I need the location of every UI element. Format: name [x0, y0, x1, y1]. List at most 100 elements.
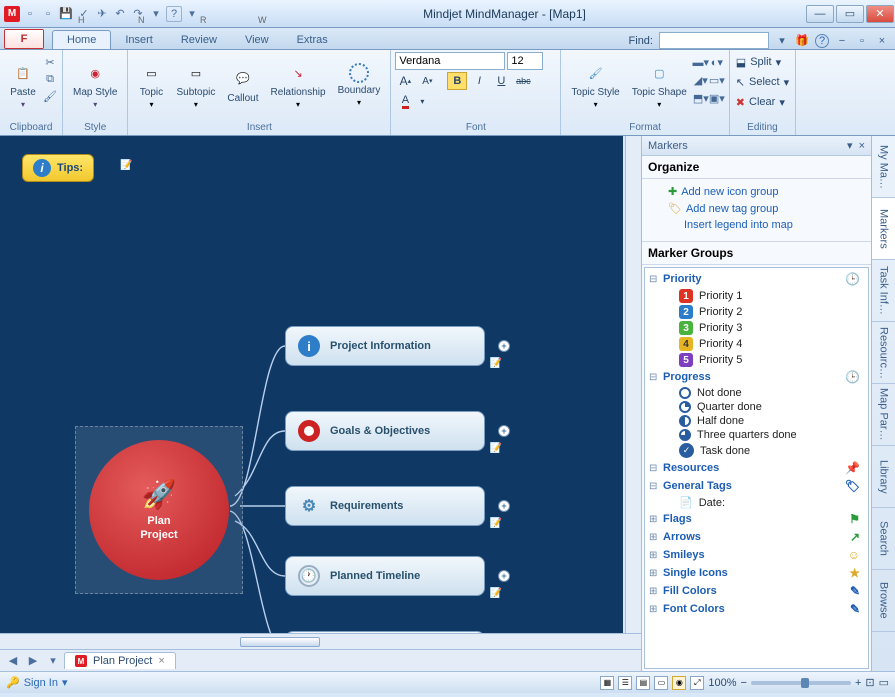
view-fit-icon[interactable]: ⤢ [690, 676, 704, 690]
map-tab[interactable]: M Plan Project × [64, 652, 176, 669]
tab-insert[interactable]: Insert [111, 31, 167, 49]
priority-5[interactable]: 5Priority 5 [649, 352, 864, 368]
font-color-button[interactable]: A [395, 92, 415, 110]
notes-icon-3[interactable]: 📝 [490, 518, 502, 529]
markers-close-icon[interactable]: × [859, 140, 865, 152]
vertical-scrollbar[interactable] [625, 136, 641, 633]
progress-half[interactable]: Half done [649, 414, 864, 428]
group-fill-colors[interactable]: Fill Colors✎ [649, 582, 864, 600]
color3-icon[interactable]: ▣▾ [709, 90, 725, 106]
notes-icon-2[interactable]: 📝 [490, 443, 502, 454]
boundary-button[interactable]: Boundary▾ [332, 52, 387, 118]
horizontal-scrollbar[interactable] [0, 633, 641, 649]
qat-dropdown-icon[interactable]: ▾ [184, 6, 200, 22]
branch-project-info[interactable]: i Project Information 📝 + [285, 326, 485, 366]
qat-help-icon[interactable]: ? [166, 6, 182, 22]
expand-icon-3[interactable]: + [498, 500, 510, 512]
doc-restore-icon[interactable]: ▫ [855, 34, 869, 48]
group-smileys[interactable]: Smileys☺ [649, 546, 864, 564]
progress-threeq[interactable]: Three quarters done [649, 428, 864, 442]
markers-dropdown-icon[interactable]: ▾ [847, 140, 853, 152]
qat-more-icon[interactable]: ▾ [148, 6, 164, 22]
view-gantt-icon[interactable]: ▤ [636, 676, 650, 690]
sidetab-library[interactable]: Library [872, 446, 895, 508]
bold-button[interactable]: B [447, 72, 467, 90]
tag-date[interactable]: 📄Date: [649, 495, 864, 510]
tips-topic[interactable]: i Tips: [22, 154, 94, 182]
line-icon[interactable]: ◢▾ [693, 72, 709, 88]
group-resources[interactable]: Resources📌 [649, 459, 864, 477]
marker-tree[interactable]: Priority🕒 1Priority 1 2Priority 2 3Prior… [644, 267, 869, 669]
sidetab-mymaps[interactable]: My Ma… [872, 136, 895, 198]
fill-icon[interactable]: ▬▾ [693, 54, 709, 70]
notes-icon[interactable]: 📝 [490, 358, 502, 369]
add-icon-group-link[interactable]: ✚Add new icon group [644, 183, 869, 200]
progress-done[interactable]: ✓Task done [649, 442, 864, 459]
expand-icon[interactable]: + [498, 340, 510, 352]
view-slide-icon[interactable]: ▭ [654, 676, 668, 690]
tab-next-icon[interactable]: ▶ [24, 653, 42, 669]
close-button[interactable]: ✕ [866, 5, 894, 23]
priority-3[interactable]: 3Priority 3 [649, 320, 864, 336]
color1-icon[interactable]: ◐▾ [709, 54, 725, 70]
qat-undo-icon[interactable]: ↶ [112, 6, 128, 22]
sidetab-markers[interactable]: Markers [872, 198, 895, 260]
view-outline-icon[interactable]: ☰ [618, 676, 632, 690]
tab-dropdown-icon[interactable]: ▾ [44, 653, 62, 669]
sidetab-mapparts[interactable]: Map Par… [872, 384, 895, 446]
signin-link[interactable]: 🔑Sign In ▾ [6, 676, 67, 689]
find-dropdown-icon[interactable]: ▾ [775, 34, 789, 48]
tab-home[interactable]: Home [52, 30, 111, 49]
qat-save-icon[interactable]: 💾 [58, 6, 74, 22]
tab-prev-icon[interactable]: ◀ [4, 653, 22, 669]
callout-button[interactable]: 💬Callout [221, 52, 264, 118]
zoom-in-icon[interactable]: + [855, 677, 861, 689]
branch-additional[interactable]: i Additional Information 📝 + [285, 631, 485, 633]
central-topic[interactable]: 🚀 PlanProject [89, 440, 229, 580]
view-map-icon[interactable]: ▦ [600, 676, 614, 690]
find-input[interactable] [659, 32, 769, 49]
clear-button[interactable]: ✖Clear ▾ [734, 92, 787, 112]
maximize-button[interactable]: ▭ [836, 5, 864, 23]
tab-view[interactable]: View [231, 31, 283, 49]
zoom-out-icon[interactable]: − [741, 677, 747, 689]
format-painter-icon[interactable]: 🖌 [42, 88, 58, 104]
map-canvas[interactable]: i Tips: 📝 🚀 PlanProject i Project Inform [0, 136, 623, 633]
close-tab-icon[interactable]: × [158, 655, 164, 667]
view-walk-icon[interactable]: ◉ [672, 676, 686, 690]
topic-button[interactable]: ▭Topic▾ [132, 52, 170, 118]
qat-new2-icon[interactable]: ▫ [40, 6, 56, 22]
tab-review[interactable]: Review [167, 31, 231, 49]
priority-2[interactable]: 2Priority 2 [649, 304, 864, 320]
font-name-select[interactable] [395, 52, 505, 70]
split-button[interactable]: ⬓Split ▾ [734, 52, 783, 72]
strike-button[interactable]: abc [513, 72, 533, 90]
sidetab-search[interactable]: Search [872, 508, 895, 570]
progress-quarter[interactable]: Quarter done [649, 400, 864, 414]
help2-icon[interactable]: ? [815, 34, 829, 48]
central-topic-frame[interactable]: 🚀 PlanProject [75, 426, 243, 594]
group-flags[interactable]: Flags⚑ [649, 510, 864, 528]
group-single-icons[interactable]: Single Icons★ [649, 564, 864, 582]
sidetab-browse[interactable]: Browse [872, 570, 895, 632]
qat-new-icon[interactable]: ▫ [22, 6, 38, 22]
group-progress[interactable]: Progress🕒 [649, 368, 864, 386]
gift-icon[interactable]: 🎁 [795, 34, 809, 48]
group-arrows[interactable]: Arrows↗ [649, 528, 864, 546]
tips-notes-icon[interactable]: 📝 [120, 160, 132, 171]
topic-style-button[interactable]: 🖌Topic Style▾ [565, 52, 625, 118]
style3-icon[interactable]: ⬒▾ [693, 90, 709, 106]
select-button[interactable]: ↖Select ▾ [734, 72, 791, 92]
zoom-label[interactable]: 100% [708, 677, 736, 689]
insert-legend-link[interactable]: Insert legend into map [644, 217, 869, 233]
zoom-slider[interactable] [751, 681, 851, 685]
shrink-font-button[interactable]: A▾ [417, 72, 437, 90]
group-font-colors[interactable]: Font Colors✎ [649, 600, 864, 618]
expand-panes-icon[interactable]: ▭ [879, 676, 889, 689]
qat-send-icon[interactable]: ✈ [94, 6, 110, 22]
copy-icon[interactable]: ⧉ [42, 71, 58, 87]
grow-font-button[interactable]: A▴ [395, 72, 415, 90]
cut-icon[interactable]: ✂ [42, 54, 58, 70]
branch-requirements[interactable]: ⚙ Requirements 📝 + [285, 486, 485, 526]
minimize-button[interactable]: — [806, 5, 834, 23]
